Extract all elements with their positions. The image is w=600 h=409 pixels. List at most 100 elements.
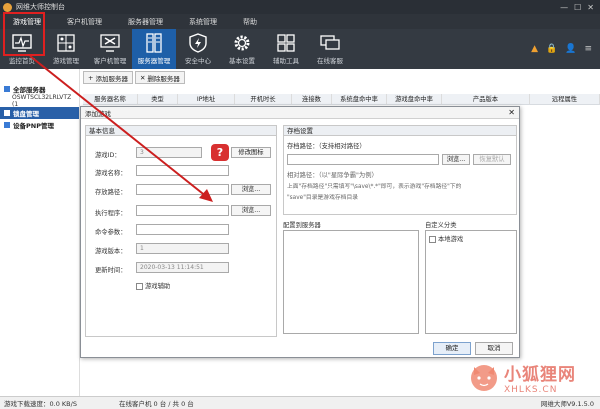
user-icon[interactable]: 👤 (565, 44, 576, 54)
custom-category-label: 自定义分类 (425, 222, 457, 229)
storage-settings-header: 存档设置 (284, 126, 516, 136)
warning-icon[interactable]: ▲ (531, 44, 538, 54)
version-field[interactable]: 1 (136, 243, 229, 254)
col-game-hit[interactable]: 游戏盘命中率 (387, 94, 442, 104)
custom-category-list[interactable] (425, 230, 517, 334)
game-name-field[interactable] (136, 165, 229, 176)
app-logo-icon (3, 2, 12, 12)
modify-icon-button[interactable]: 修改图标 (231, 147, 271, 158)
col-sys-hit[interactable]: 系统盘命中率 (332, 94, 387, 104)
tool-basic-settings[interactable]: 基本设置 (220, 29, 264, 69)
lock-disk-icon (4, 110, 10, 116)
relative-path-example: 相对路径：（以"星际争霸"为例） (287, 172, 378, 179)
minimize-icon[interactable]: — (560, 3, 568, 12)
update-time-label: 更新时间： (95, 267, 127, 274)
highlight-box (3, 12, 45, 56)
save-path-field[interactable] (287, 154, 439, 165)
store-path-label: 存放路径： (95, 189, 127, 196)
config-server-list[interactable] (283, 230, 419, 334)
tree-lock-manage[interactable]: 锁盘管理 (0, 107, 79, 119)
tool-server-manage[interactable]: 服务器管理 (132, 29, 176, 69)
basic-info-header: 基本信息 (86, 126, 276, 136)
server-icon (146, 33, 162, 53)
close-icon[interactable]: ✕ (587, 3, 594, 12)
game-id-label: 游戏ID： (95, 152, 121, 159)
exec-field[interactable] (136, 205, 229, 216)
cmd-field[interactable] (136, 224, 229, 235)
local-game-row[interactable]: 本地游戏 (429, 234, 463, 243)
local-game-checkbox[interactable] (429, 235, 436, 243)
menu-system-manage[interactable]: 系统管理 (176, 17, 230, 27)
save-path-note-1: 上面"存档路径"只需填写"\save\*.*"即可，表示游戏"存档路径"下的 (287, 184, 462, 190)
browse-store-path-button[interactable]: 浏览... (231, 184, 271, 195)
game-icon (57, 34, 75, 52)
window-title: 网维大师控制台 (16, 3, 65, 11)
fox-logo-icon (471, 365, 497, 391)
client-icon (100, 34, 120, 52)
watermark-cn: 小狐狸网 (504, 364, 576, 385)
left-panel: 全部服务器 OSWTSCL32LRLVTZ (1 锁盘管理 设备PNP管理 (0, 69, 80, 396)
server-subtoolbar: + 添加服务器 ✕ 删除服务器 (83, 71, 185, 87)
dialog-close-icon[interactable]: ✕ (508, 108, 515, 117)
window-controls: — ☐ ✕ (560, 3, 594, 12)
col-server-name[interactable]: 服务器名称 (83, 94, 138, 104)
device-icon (4, 122, 10, 128)
watermark-en: XHLKS.CN (504, 384, 558, 395)
exec-label: 执行程序： (95, 210, 127, 217)
dialog-title-bar: 添加游戏 ✕ (81, 107, 519, 119)
tool-game-manage[interactable]: 游戏管理 (44, 29, 88, 69)
delete-icon: ✕ (139, 73, 146, 82)
cmd-label: 命令参数： (95, 229, 127, 236)
server-table-header: 服务器名称 类型 IP地址 开机时长 连接数 系统盘命中率 游戏盘命中率 产品版… (83, 94, 600, 105)
online-clients: 在线客户机 0 台 / 共 0 台 (118, 400, 194, 408)
status-bar: 游戏下载速度：0.0 KB/S 在线客户机 0 台 / 共 0 台 网维大师V9… (0, 396, 600, 409)
watermark: 小狐狸网 XHLKS.CN (468, 358, 600, 396)
col-version[interactable]: 产品版本 (442, 94, 530, 104)
browse-save-path-button[interactable]: 浏览... (442, 154, 470, 165)
tools-icon (277, 34, 295, 52)
tool-security-center[interactable]: 安全中心 (176, 29, 220, 69)
delete-server-button[interactable]: ✕ 删除服务器 (134, 71, 185, 84)
tree-pnp-manage[interactable]: 设备PNP管理 (0, 119, 79, 131)
title-bar: 网维大师控制台 — ☐ ✕ (0, 0, 600, 14)
settings-menu-icon[interactable]: ≡ (584, 44, 592, 54)
menu-help[interactable]: 帮助 (230, 17, 270, 27)
cancel-button[interactable]: 取消 (475, 342, 513, 355)
col-uptime[interactable]: 开机时长 (235, 94, 292, 104)
version-label: 游戏版本： (95, 248, 127, 255)
menu-bar: 游戏管理 客户机管理 服务器管理 系统管理 帮助 (0, 14, 600, 29)
game-name-label: 游戏名称： (95, 170, 127, 177)
shield-icon (189, 33, 207, 53)
server-group-icon (4, 86, 10, 92)
chat-icon (320, 35, 340, 50)
tool-client-manage[interactable]: 客户机管理 (88, 29, 132, 69)
menu-server-manage[interactable]: 服务器管理 (115, 17, 176, 27)
update-time-field[interactable]: 2020-03-13 11:14:51 (136, 262, 229, 273)
reset-default-button[interactable]: 恢复默认 (473, 154, 511, 165)
browse-exec-button[interactable]: 浏览... (231, 205, 271, 216)
game-id-field[interactable]: 3 (136, 147, 202, 158)
aux-checkbox-row[interactable]: 游戏辅助 (136, 281, 170, 290)
lock-icon[interactable]: 🔒 (546, 44, 557, 54)
col-remote[interactable]: 远程属性 (530, 94, 600, 104)
save-path-label: 存档路径：（支持相对路径） (287, 143, 366, 150)
add-game-dialog: 添加游戏 ✕ 基本信息 游戏ID： 3 ? 修改图标 游戏名称： 存放路径： 浏… (80, 106, 520, 358)
save-path-note-2: "save"目录是游戏存档目录 (287, 195, 359, 201)
gear-icon (234, 35, 250, 51)
ok-button[interactable]: 确定 (433, 342, 471, 355)
menu-client-manage[interactable]: 客户机管理 (54, 17, 115, 27)
help-icon[interactable]: ? (211, 144, 229, 161)
store-path-field[interactable] (136, 184, 229, 195)
toolbar-right-icons: ▲ 🔒 👤 ≡ (531, 29, 600, 69)
tool-aux-tools[interactable]: 辅助工具 (264, 29, 308, 69)
col-connections[interactable]: 连接数 (292, 94, 332, 104)
tree-server-node[interactable]: OSWTSCL32LRLVTZ (1 (0, 94, 79, 108)
aux-checkbox[interactable] (136, 282, 143, 290)
app-version: 网维大师V9.1.5.0 (540, 400, 594, 408)
maximize-icon[interactable]: ☐ (574, 3, 581, 12)
col-ip[interactable]: IP地址 (178, 94, 235, 104)
main-toolbar: 监控首页 游戏管理 客户机管理 服务器管理 安全中心 基本设置 辅助工具 在线客… (0, 29, 600, 69)
tool-online-service[interactable]: 在线客服 (308, 29, 352, 69)
add-server-button[interactable]: + 添加服务器 (83, 71, 133, 84)
col-type[interactable]: 类型 (138, 94, 178, 104)
